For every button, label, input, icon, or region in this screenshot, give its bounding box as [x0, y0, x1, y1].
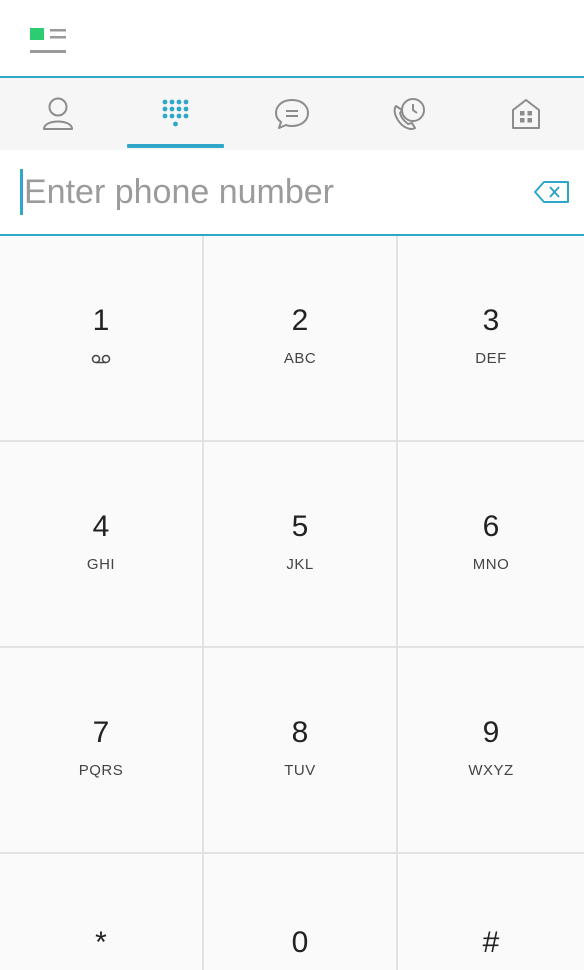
key-digit: 7 — [92, 716, 110, 749]
key-digit: 5 — [291, 510, 309, 543]
key-5[interactable]: 5 JKL — [204, 442, 398, 648]
key-digit: 2 — [291, 304, 309, 337]
key-6[interactable]: 6 MNO — [398, 442, 584, 648]
key-letters: WXYZ — [468, 762, 514, 779]
key-digit: 6 — [482, 510, 500, 543]
text-caret — [20, 169, 23, 215]
phone-number-input[interactable] — [24, 164, 504, 220]
key-1[interactable]: 1 — [0, 236, 204, 442]
dialer-screen: 1 2 ABC 3 DEF 4 GHI 5 JKL 6 MNO — [0, 0, 584, 970]
backspace-icon[interactable] — [532, 177, 572, 207]
call-history-icon — [393, 98, 425, 130]
active-tab-indicator — [126, 144, 224, 148]
top-bar — [0, 0, 584, 78]
key-letters: TUV — [284, 762, 316, 779]
key-digit: # — [482, 926, 500, 959]
contact-person-icon — [43, 97, 74, 130]
key-digit: 1 — [92, 304, 110, 337]
key-star[interactable]: * — [0, 854, 204, 970]
key-8[interactable]: 8 TUV — [204, 648, 398, 854]
tab-contacts[interactable] — [0, 78, 117, 150]
key-digit: 3 — [482, 304, 500, 337]
key-9[interactable]: 9 WXYZ — [398, 648, 584, 854]
dialpad-keypad: 1 2 ABC 3 DEF 4 GHI 5 JKL 6 MNO 7 PQRS 8… — [0, 236, 584, 970]
dialpad-icon — [162, 99, 189, 127]
tab-directory[interactable] — [467, 78, 584, 150]
key-letters: GHI — [86, 556, 116, 573]
directory-building-icon — [511, 99, 540, 129]
key-7[interactable]: 7 PQRS — [0, 648, 204, 854]
key-digit: * — [95, 926, 107, 959]
tab-messages[interactable] — [234, 78, 351, 150]
key-letters: JKL — [286, 556, 314, 573]
key-3[interactable]: 3 DEF — [398, 236, 584, 442]
message-bubble-icon — [274, 99, 309, 129]
key-letters: ABC — [283, 350, 317, 367]
phone-input-row — [0, 150, 584, 236]
key-0[interactable]: 0 — [204, 854, 398, 970]
tab-bar — [0, 78, 584, 150]
key-digit: 8 — [291, 716, 309, 749]
key-digit: 9 — [482, 716, 500, 749]
key-4[interactable]: 4 GHI — [0, 442, 204, 648]
tab-call-history[interactable] — [350, 78, 467, 150]
voicemail-icon — [91, 354, 111, 364]
key-letters: DEF — [475, 350, 507, 367]
key-letters: MNO — [472, 556, 510, 573]
key-hash[interactable]: # — [398, 854, 584, 970]
key-digit: 0 — [291, 926, 309, 959]
menu-list-icon[interactable] — [26, 26, 72, 60]
tab-dialpad[interactable] — [117, 78, 234, 150]
key-digit: 4 — [92, 510, 110, 543]
key-letters: PQRS — [78, 762, 124, 779]
key-2[interactable]: 2 ABC — [204, 236, 398, 442]
